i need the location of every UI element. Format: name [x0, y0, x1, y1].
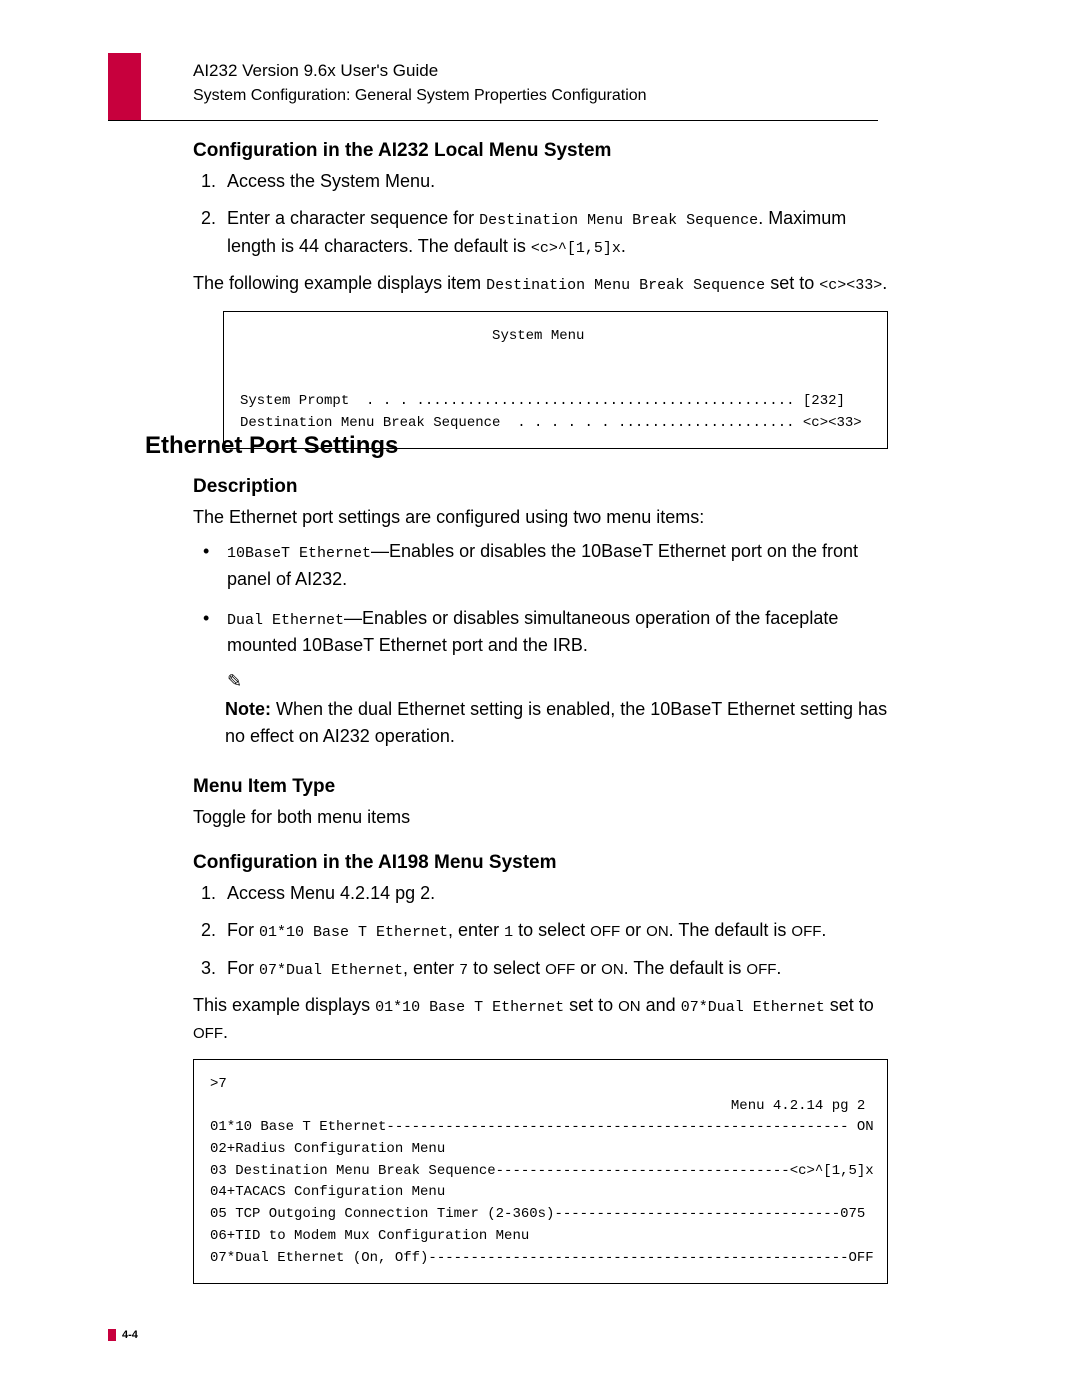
step-2: Enter a character sequence for Destinati… — [221, 205, 888, 260]
header-title: AI232 Version 9.6x User's Guide — [193, 58, 647, 84]
page-header: AI232 Version 9.6x User's Guide System C… — [193, 58, 647, 108]
section-ethernet: Ethernet Port Settings Description The E… — [145, 408, 885, 1288]
menu-item-type-text: Toggle for both menu items — [193, 804, 888, 830]
heading-ethernet: Ethernet Port Settings — [145, 432, 885, 460]
bullet-dual-ethernet: Dual Ethernet—Enables or disables simult… — [221, 605, 888, 660]
heading-config-ai232: Configuration in the AI232 Local Menu Sy… — [193, 140, 888, 162]
example-intro: The following example displays item Dest… — [193, 270, 888, 297]
footer-mark — [108, 1329, 116, 1341]
note-text: When the dual Ethernet setting is enable… — [225, 699, 887, 746]
example2-intro: This example displays 01*10 Base T Ether… — [193, 992, 888, 1045]
page-number: 4-4 — [122, 1329, 138, 1341]
header-rule — [108, 120, 878, 121]
heading-config-ai198: Configuration in the AI198 Menu System — [193, 852, 888, 874]
note-icon: ✎ — [227, 671, 888, 692]
note-block: Note: When the dual Ethernet setting is … — [225, 696, 888, 750]
description-text: The Ethernet port settings are configure… — [193, 504, 888, 530]
step-1: Access the System Menu. — [221, 168, 888, 195]
header-subtitle: System Configuration: General System Pro… — [193, 84, 647, 108]
bullet-10baset: 10BaseT Ethernet—Enables or disables the… — [221, 538, 888, 593]
code-menu-4-2-14: >7 Menu 4.2.14 pg 2 01*10 Base T Etherne… — [193, 1059, 888, 1284]
section-config-ai232: Configuration in the AI232 Local Menu Sy… — [193, 140, 888, 453]
cfg-step-2: For 01*10 Base T Ethernet, enter 1 to se… — [221, 917, 888, 945]
heading-description: Description — [193, 476, 888, 498]
note-label: Note: — [225, 699, 271, 719]
cfg-step-1: Access Menu 4.2.14 pg 2. — [221, 880, 888, 907]
cfg-step-3: For 07*Dual Ethernet, enter 7 to select … — [221, 955, 888, 983]
page-footer: 4-4 — [108, 1329, 138, 1341]
brand-block — [108, 53, 141, 120]
heading-menu-item-type: Menu Item Type — [193, 776, 888, 798]
